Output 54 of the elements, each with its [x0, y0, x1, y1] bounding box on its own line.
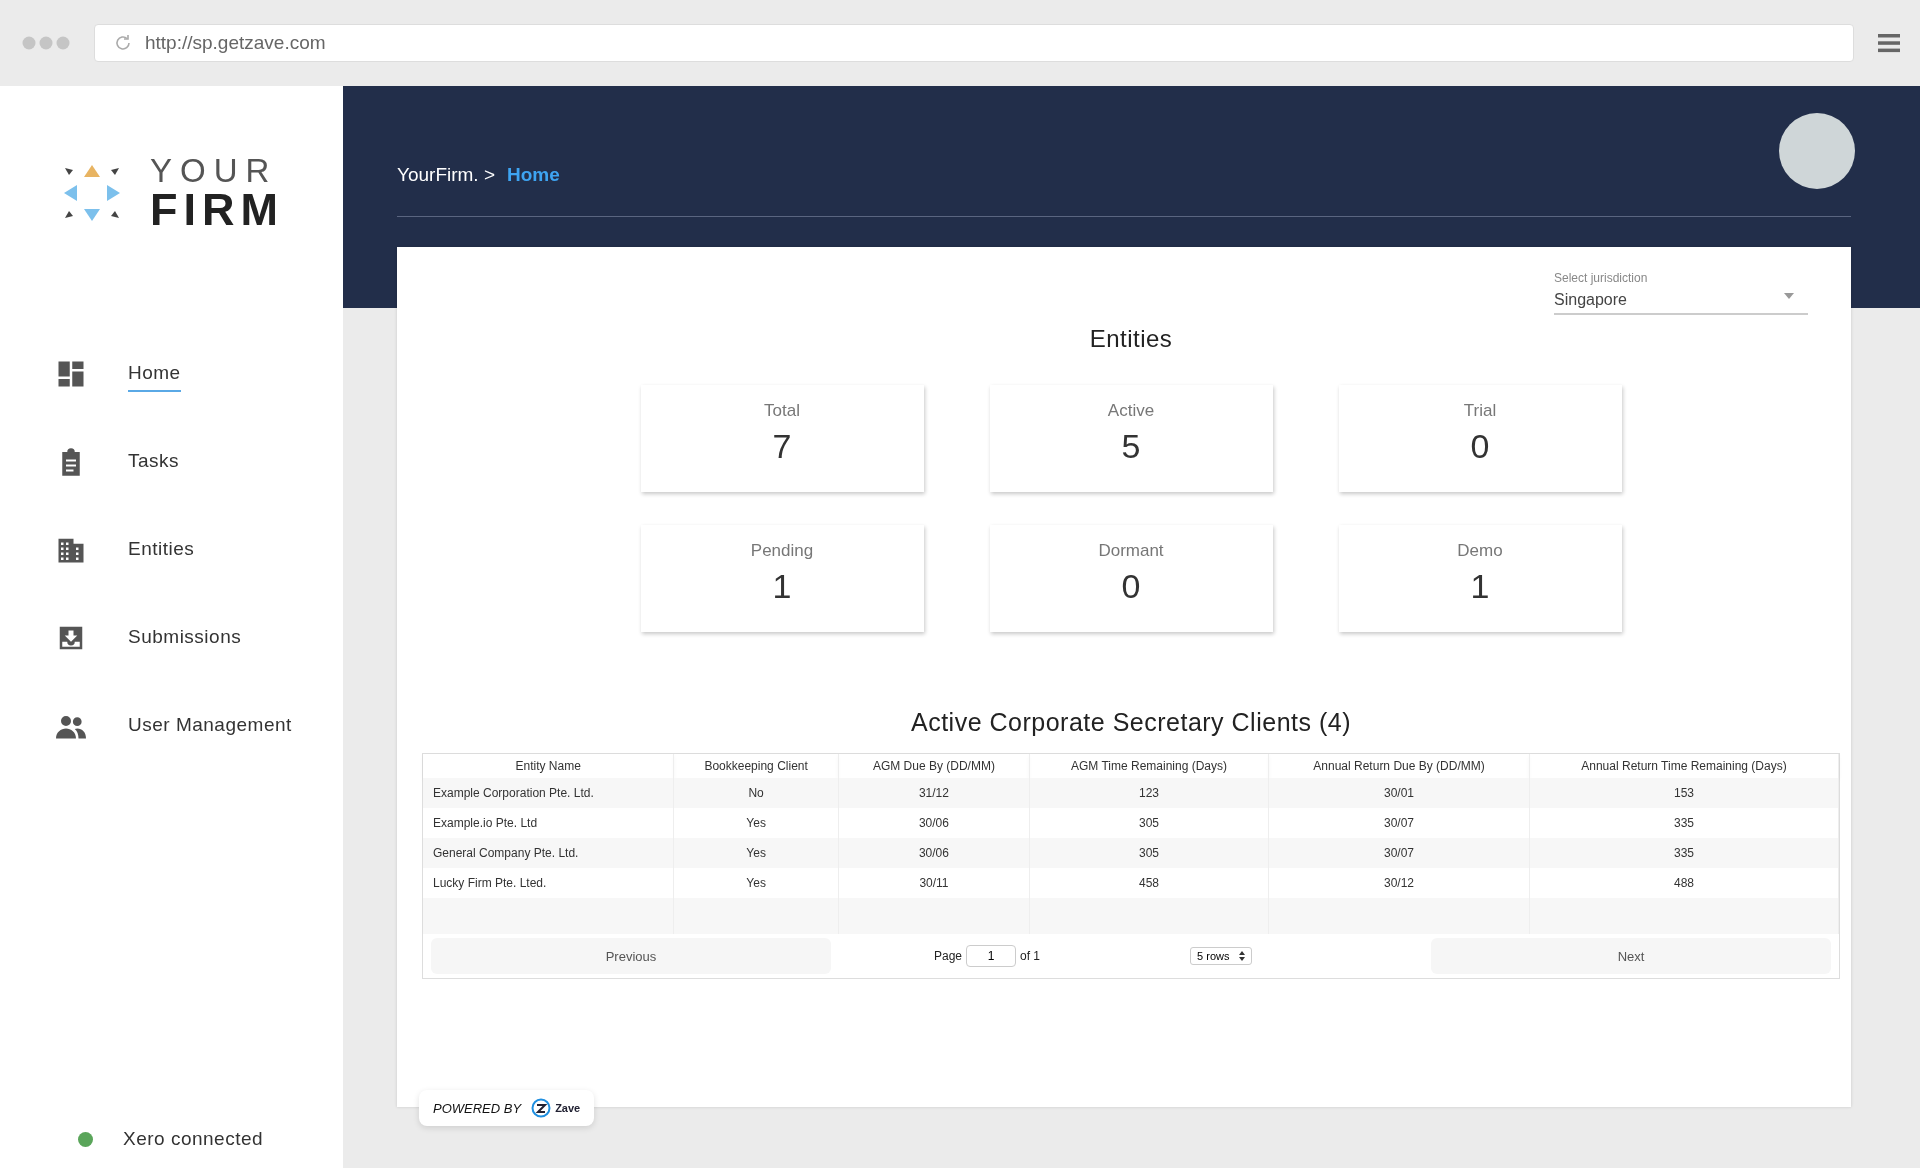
sidebar-item[interactable]: Entities [128, 532, 195, 568]
table-cell: 335 [1529, 838, 1839, 868]
table-cell: 30/07 [1268, 838, 1530, 868]
breadcrumb-link[interactable]: Home [507, 164, 560, 186]
logo-text: FIRM [150, 187, 284, 232]
spinner-arrows-icon [1239, 951, 1246, 961]
table-cell: 30/01 [1268, 778, 1530, 808]
sidebar-item[interactable]: Tasks [128, 444, 180, 480]
logo-mark-icon [62, 163, 122, 223]
logo-text: YOUR [150, 154, 279, 187]
stat-label: Dormant [1098, 541, 1164, 561]
zave-logo-icon [531, 1098, 552, 1118]
address-bar[interactable]: http://sp.getzave.com [94, 24, 1854, 62]
stat-value: 1 [1470, 567, 1490, 606]
page-input[interactable]: 1 [966, 945, 1017, 967]
page-count: of 1 [1020, 949, 1041, 963]
stat-value: 1 [772, 567, 792, 606]
page-label: Page [934, 949, 963, 963]
stat-label: Active [1107, 401, 1155, 421]
table-cell: 153 [1529, 778, 1839, 808]
window-controls-icon [22, 36, 70, 50]
stat-value: 0 [1470, 427, 1490, 466]
sidebar-item[interactable]: Submissions [128, 620, 242, 656]
section-title: Entities [1088, 325, 1174, 353]
jurisdiction-select[interactable]: Select jurisdiction Singapore [1554, 271, 1808, 315]
sidebar-item[interactable]: Home [128, 356, 181, 392]
table-cell: 305 [1029, 838, 1269, 868]
stat-value: 5 [1121, 427, 1141, 466]
table-cell: General Company Pte. Ltd. [423, 838, 674, 868]
previous-button[interactable]: Previous [431, 938, 831, 974]
stat-value: 0 [1121, 567, 1141, 606]
stat-value: 7 [772, 427, 792, 466]
next-button[interactable]: Next [1431, 938, 1831, 974]
table-cell: Example Corporation Pte. Ltd. [423, 778, 674, 808]
table-cell: 31/12 [838, 778, 1030, 808]
table-cell: 30/06 [838, 838, 1030, 868]
brand-name: Zave [555, 1102, 581, 1114]
table-title: Active Corporate Secretary Clients (4) [910, 708, 1352, 737]
table-cell: 123 [1029, 778, 1269, 808]
sidebar-item[interactable]: User Management [128, 708, 292, 744]
status-label: Xero connected [123, 1128, 264, 1150]
stat-label: Total [764, 401, 800, 421]
rows-select[interactable]: 5 rows [1190, 947, 1253, 965]
powered-by-text: POWERED BY [433, 1100, 522, 1116]
table-cell: No [673, 778, 839, 808]
dashboard-icon[interactable] [56, 359, 86, 389]
stat-label: Pending [750, 541, 814, 561]
table-cell: Yes [673, 838, 839, 868]
caret-icon [1784, 293, 1794, 299]
stat-label: Demo [1457, 541, 1503, 561]
breadcrumb-link[interactable]: YourFirm. > [397, 164, 496, 186]
url-text: http://sp.getzave.com [145, 32, 326, 54]
menu-icon[interactable] [1878, 33, 1900, 53]
stat-label: Trial [1463, 401, 1497, 421]
